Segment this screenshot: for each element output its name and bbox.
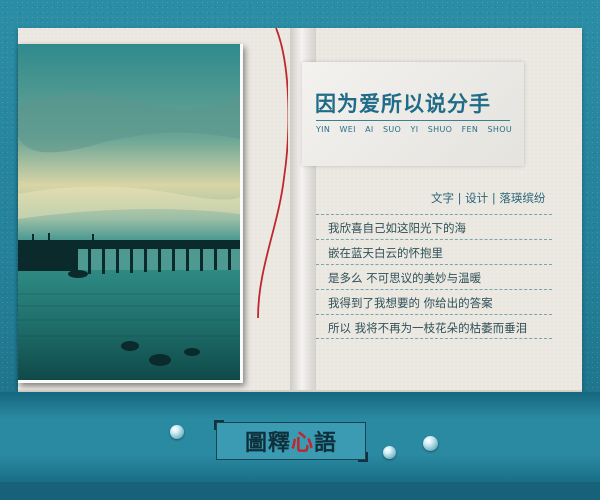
pinyin-syllable: SUO <box>382 125 402 134</box>
pinyin-syllable: YIN <box>316 125 331 134</box>
poem-line: 我得到了我想要的 你给出的答案 <box>316 289 552 314</box>
footer-bottom-band <box>0 482 600 500</box>
page-title: 因为爱所以说分手 <box>315 91 491 116</box>
sea-pier-photo <box>18 44 243 383</box>
title-card: 因为爱所以说分手 YIN WEI AI SUO YI SHUO FEN SHOU <box>302 62 524 166</box>
credits: 文字 | 设计 | 落瑛缤纷 <box>431 191 546 205</box>
water-drop-icon <box>383 446 396 459</box>
poem-line: 所以 我将不再为一枝花朵的枯萎而垂泪 <box>316 314 552 339</box>
title-pinyin: YIN WEI AI SUO YI SHUO FEN SHOU <box>316 125 512 134</box>
logo-text-highlight: 心 <box>290 430 314 456</box>
poem-line: 我欣喜自己如这阳光下的海 <box>316 214 552 239</box>
poem: 我欣喜自己如这阳光下的海 嵌在蓝天白云的怀抱里 是多么 不可思议的美妙与温暖 我… <box>316 214 552 339</box>
pinyin-syllable: YI <box>410 125 419 134</box>
bookmark-ribbon <box>257 28 288 319</box>
pinyin-syllable: FEN <box>461 125 479 134</box>
logo-text-start: 圖釋 <box>244 430 291 456</box>
poem-line: 嵌在蓝天白云的怀抱里 <box>316 239 552 264</box>
poem-line: 是多么 不可思议的美妙与温暖 <box>316 264 552 289</box>
pinyin-syllable: AI <box>365 125 374 134</box>
logo-text-end: 語 <box>314 430 338 456</box>
title-divider <box>316 120 510 121</box>
logo-text: 圖釋心語 <box>217 423 365 459</box>
water-drop-icon <box>170 425 184 439</box>
pinyin-syllable: SHOU <box>487 125 512 134</box>
pinyin-syllable: SHUO <box>427 125 453 134</box>
pinyin-syllable: WEI <box>339 125 356 134</box>
logo: 圖釋心語 <box>214 420 368 462</box>
water-drop-icon <box>423 436 438 451</box>
